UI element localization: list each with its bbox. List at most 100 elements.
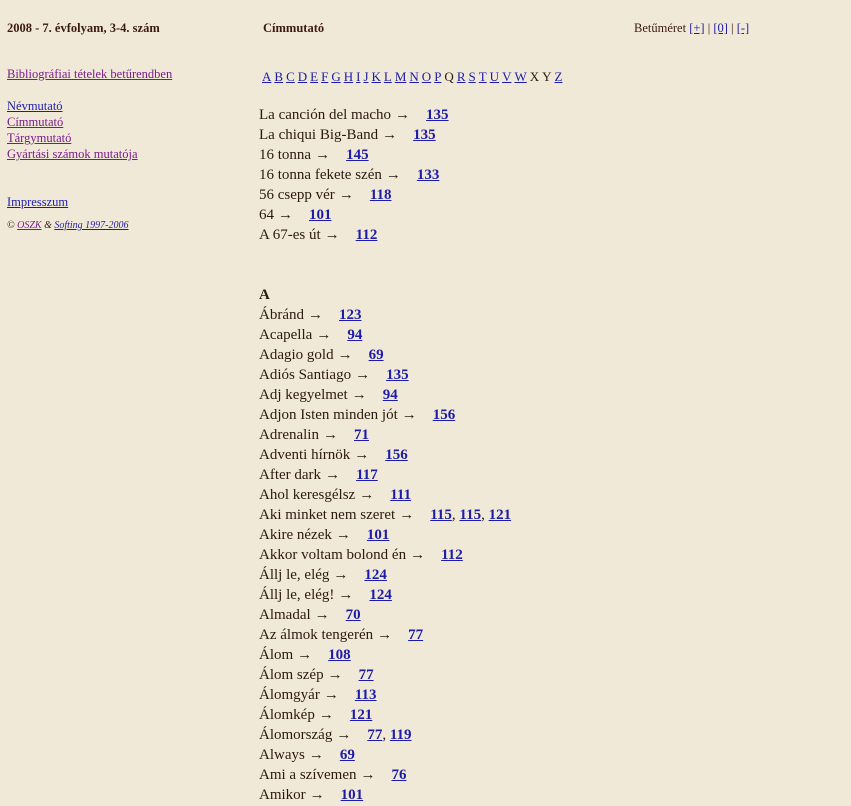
page-ref-link[interactable]: 113	[355, 687, 377, 703]
alphabet-letter-e[interactable]: E	[310, 69, 318, 84]
alphabet-letter-m[interactable]: M	[395, 69, 407, 84]
index-entry: Állj le, elég → 124	[259, 565, 511, 585]
index-entry: Ahol keresgélsz → 111	[259, 485, 511, 505]
alphabet-letter-k[interactable]: K	[372, 69, 381, 84]
page-ref-link[interactable]: 77	[367, 727, 382, 743]
alphabet-letter-c[interactable]: C	[286, 69, 295, 84]
page-ref-link[interactable]: 108	[328, 647, 351, 663]
page-ref-link[interactable]: 101	[367, 527, 390, 543]
page-ref-link[interactable]: 112	[441, 547, 463, 563]
alphabet-nav: ABCDEFGHIJKLMNOPQRSTUVWXYZ	[262, 69, 565, 85]
page-ref-link[interactable]: 101	[341, 787, 364, 803]
page-ref-link[interactable]: 118	[370, 187, 392, 203]
page-ref-link[interactable]: 119	[390, 727, 412, 743]
arrow-icon: →	[338, 587, 354, 603]
page-ref-link[interactable]: 94	[383, 387, 398, 403]
page-ref-link[interactable]: 123	[339, 307, 362, 323]
alphabet-letter-l[interactable]: L	[384, 69, 392, 84]
alphabet-letter-i[interactable]: I	[356, 69, 360, 84]
arrow-icon: →	[335, 527, 351, 543]
alphabet-letter-w[interactable]: W	[514, 69, 526, 84]
index-entry: Adventi hírnök → 156	[259, 445, 511, 465]
production-index-link[interactable]: Gyártási számok mutatója	[7, 146, 247, 162]
index-entry: Állj le, elég! → 124	[259, 585, 511, 605]
entry-title: Almadal	[259, 607, 311, 623]
page-ref-link[interactable]: 135	[426, 107, 449, 123]
entry-title: A 67-es út	[259, 227, 321, 243]
index-entry: La chiqui Big-Band → 135	[259, 125, 511, 145]
entry-title: Acapella	[259, 327, 313, 343]
title-index-link[interactable]: Címmutató	[7, 114, 247, 130]
page-ref-link[interactable]: 112	[356, 227, 378, 243]
page-ref-link[interactable]: 135	[413, 127, 436, 143]
page-ref-link[interactable]: 70	[346, 607, 361, 623]
index-entry: Adj kegyelmet → 94	[259, 385, 511, 405]
page-ref-link[interactable]: 94	[347, 327, 362, 343]
page-ref-link[interactable]: 69	[369, 347, 384, 363]
page-ref-link[interactable]: 124	[369, 587, 392, 603]
alphabet-letter-a[interactable]: A	[262, 69, 271, 84]
alphabet-letter-n[interactable]: N	[409, 69, 418, 84]
page-ref-link[interactable]: 69	[340, 747, 355, 763]
page-ref-link[interactable]: 115	[430, 507, 452, 523]
index-entry: Álom szép → 77	[259, 665, 511, 685]
arrow-icon: →	[351, 387, 367, 403]
impressum-link[interactable]: Impresszum	[7, 194, 247, 210]
page-ref-link[interactable]: 77	[359, 667, 374, 683]
arrow-icon: →	[395, 107, 411, 123]
alphabet-letter-p[interactable]: P	[434, 69, 441, 84]
arrow-icon: →	[308, 747, 324, 763]
page-ref-link[interactable]: 115	[459, 507, 481, 523]
page-ref-link[interactable]: 156	[433, 407, 456, 423]
page-ref-link[interactable]: 145	[346, 147, 369, 163]
ref-separator: ,	[382, 727, 387, 743]
alphabet-letter-v[interactable]: V	[502, 69, 511, 84]
font-reset-link[interactable]: [0]	[713, 21, 728, 35]
page-ref-link[interactable]: 76	[391, 767, 406, 783]
alphabet-letter-d[interactable]: D	[298, 69, 307, 84]
oszk-link[interactable]: OSZK	[17, 220, 41, 231]
page-ref-link[interactable]: 101	[309, 207, 332, 223]
sidebar: Bibliográfiai tételek betűrendben Névmut…	[7, 66, 247, 234]
softing-link[interactable]: Softing 1997-2006	[54, 220, 128, 231]
alphabet-letter-o[interactable]: O	[422, 69, 431, 84]
subject-index-link[interactable]: Tárgymutató	[7, 130, 247, 146]
page-ref-link[interactable]: 156	[385, 447, 408, 463]
separator: |	[707, 21, 711, 35]
entry-title: Amikor	[259, 787, 306, 803]
page-ref-link[interactable]: 135	[386, 367, 409, 383]
entry-title: Álomgyár	[259, 687, 320, 703]
entry-title: 64	[259, 207, 274, 223]
alphabet-letter-b[interactable]: B	[274, 69, 283, 84]
page-title: Címmutató	[263, 21, 325, 35]
page-ref-link[interactable]: 121	[350, 707, 373, 723]
index-entry: 64 → 101	[259, 205, 511, 225]
page-ref-link[interactable]: 71	[354, 427, 369, 443]
a-entries: Ábránd → 123 Acapella → 94 Adagio gold → 69 Adiós…	[259, 305, 511, 805]
entry-title: Always	[259, 747, 305, 763]
font-increase-link[interactable]: [+]	[689, 21, 704, 35]
page-ref-link[interactable]: 124	[364, 567, 387, 583]
index-entry: Almadal → 70	[259, 605, 511, 625]
alphabet-letter-j[interactable]: J	[363, 69, 368, 84]
arrow-icon: →	[410, 547, 426, 563]
alphabet-letter-z[interactable]: Z	[555, 69, 563, 84]
page-ref-link[interactable]: 121	[489, 507, 512, 523]
alphabet-letter-f[interactable]: F	[321, 69, 328, 84]
bibliography-link[interactable]: Bibliográfiai tételek betűrendben	[7, 66, 247, 82]
alphabet-letter-g[interactable]: G	[331, 69, 340, 84]
entry-title: Álomkép	[259, 707, 315, 723]
entry-title: 16 tonna fekete szén	[259, 167, 382, 183]
alphabet-letter-s[interactable]: S	[468, 69, 475, 84]
alphabet-letter-t[interactable]: T	[479, 69, 487, 84]
page-ref-link[interactable]: 117	[356, 467, 378, 483]
alphabet-letter-r[interactable]: R	[457, 69, 466, 84]
page-ref-link[interactable]: 133	[417, 167, 440, 183]
page-ref-link[interactable]: 111	[390, 487, 411, 503]
alphabet-letter-h[interactable]: H	[344, 69, 353, 84]
issue-label: 2008 - 7. évfolyam, 3-4. szám	[7, 21, 160, 35]
alphabet-letter-u[interactable]: U	[490, 69, 499, 84]
font-decrease-link[interactable]: [-]	[737, 21, 750, 35]
page-ref-link[interactable]: 77	[408, 627, 423, 643]
name-index-link[interactable]: Névmutató	[7, 98, 247, 114]
